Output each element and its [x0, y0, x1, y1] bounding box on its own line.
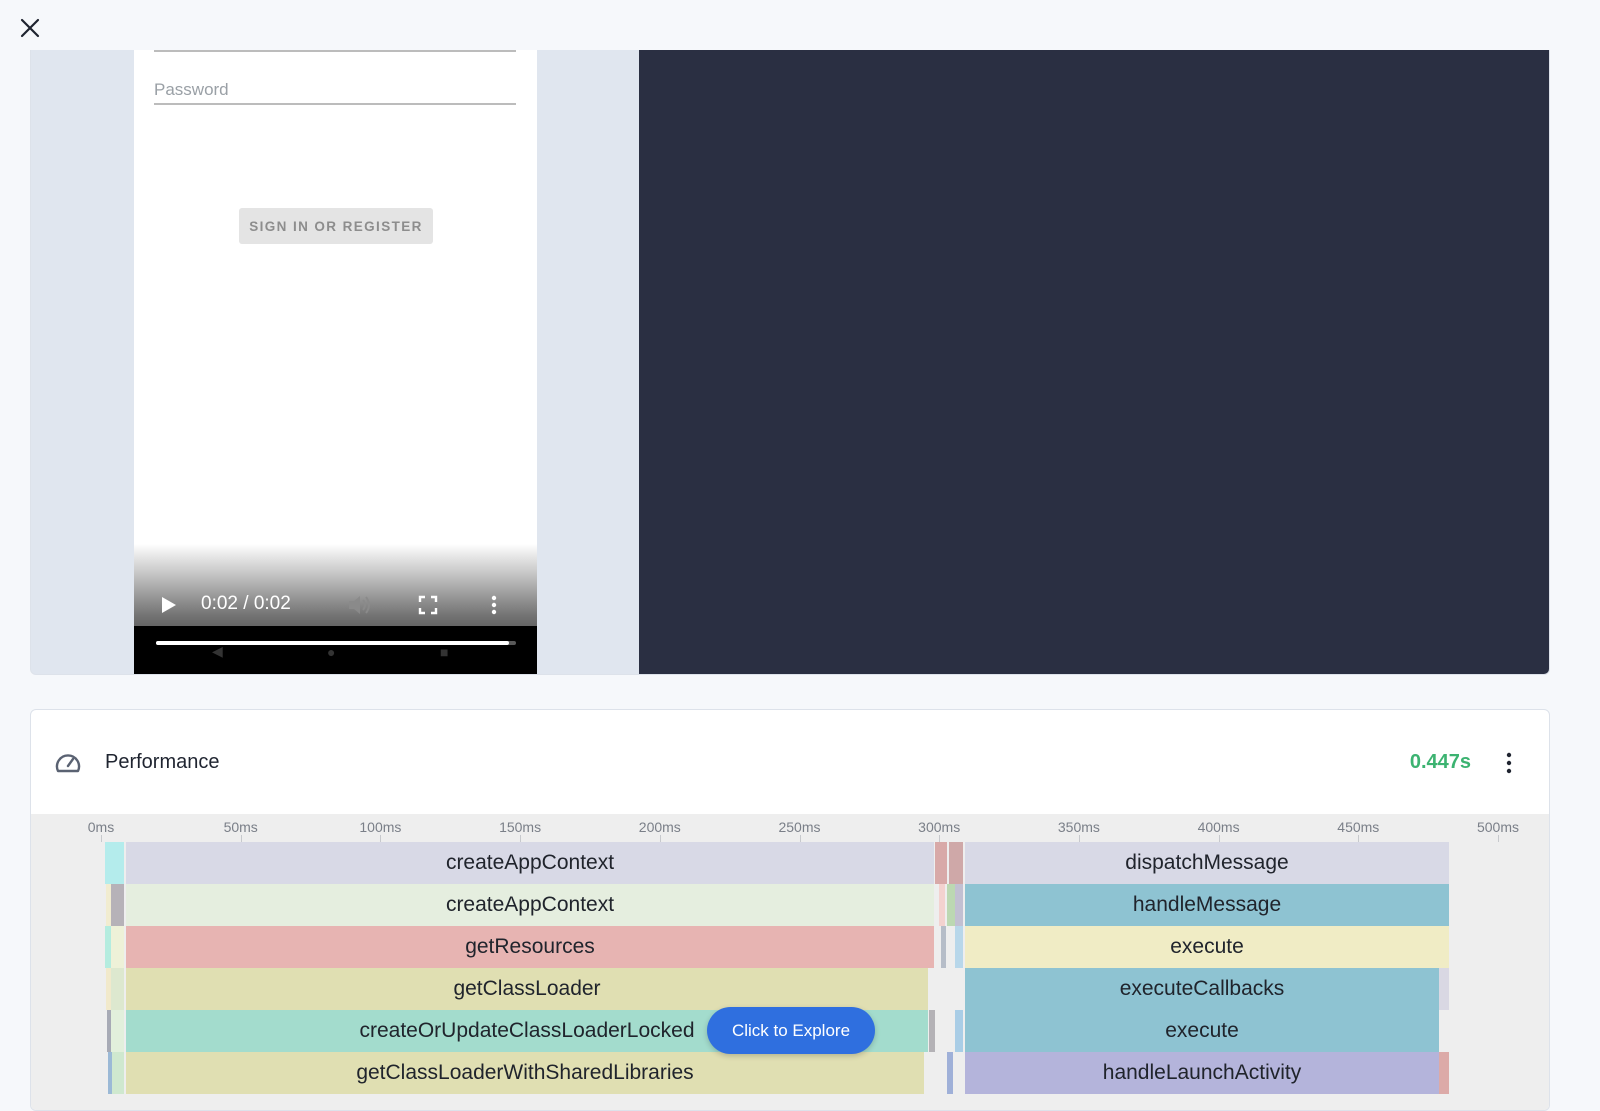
video-time: 0:02 / 0:02 [201, 593, 291, 614]
recents-nav-icon: ■ [440, 644, 449, 660]
password-field-underline [154, 103, 516, 105]
axis-tick-mark [1078, 835, 1080, 842]
frame-sliver [955, 1010, 963, 1052]
flame-frame[interactable]: getClassLoader [126, 968, 928, 1010]
axis-tick-label: 500ms [1476, 819, 1520, 835]
frame-sliver [112, 1052, 124, 1094]
fullscreen-icon [418, 595, 438, 615]
axis-tick-mark [1498, 835, 1499, 842]
sign-in-button[interactable]: SIGN IN OR REGISTER [239, 208, 433, 244]
axis-tick-mark [1358, 835, 1360, 842]
axis-tick-label: 300ms [918, 819, 961, 835]
more-vertical-icon [491, 595, 497, 615]
video-more-button[interactable] [484, 592, 504, 618]
axis-tick-mark [520, 835, 522, 842]
frame-sliver [935, 842, 947, 884]
play-button[interactable] [156, 592, 182, 618]
video-controls: 0:02 / 0:02 [134, 584, 537, 624]
home-nav-icon: ● [327, 644, 336, 660]
mute-button[interactable] [346, 592, 374, 618]
axis-tick-label: 350ms [1057, 819, 1100, 835]
video-backdrop [639, 50, 1549, 674]
back-nav-icon: ◀ [212, 643, 223, 659]
axis-tick-mark [240, 835, 242, 842]
frame-sliver [955, 926, 963, 968]
flame-frame[interactable]: handleLaunchActivity [965, 1052, 1439, 1094]
android-nav-bar: ◀ ● ■ [134, 626, 537, 674]
frame-sliver [939, 884, 945, 926]
axis-tick-label: 50ms [223, 819, 258, 835]
flame-frame[interactable]: createAppContext [126, 884, 934, 926]
performance-header: Performance 0.447s [31, 710, 1549, 814]
axis-tick-mark [380, 835, 382, 842]
axis-tick-label: 100ms [359, 819, 402, 835]
axis-tick-mark [1218, 835, 1220, 842]
flame-frame[interactable]: getResources [126, 926, 934, 968]
frame-sliver [941, 926, 946, 968]
frame-sliver [105, 842, 124, 884]
speedometer-icon [55, 754, 81, 773]
click-to-explore-button[interactable]: Click to Explore [707, 1007, 875, 1054]
time-axis: 0ms 50ms 100ms 150ms 200ms 250ms 300ms 350ms 400… [31, 814, 1549, 842]
flame-chart[interactable]: 0ms 50ms 100ms 150ms 200ms 250ms 300ms 350ms 400… [31, 814, 1549, 1110]
performance-title: Performance [105, 751, 220, 773]
frame-sliver [947, 884, 955, 926]
axis-tick-mark [659, 835, 661, 842]
more-vertical-icon [1506, 752, 1512, 774]
flame-frame[interactable]: executeCallbacks [965, 968, 1439, 1010]
flame-frame[interactable]: execute [965, 1010, 1439, 1052]
flame-frame[interactable]: execute [965, 926, 1449, 968]
flame-frame[interactable]: getClassLoaderWithSharedLibraries [126, 1052, 924, 1094]
frame-sliver [949, 842, 963, 884]
play-icon [162, 597, 176, 613]
email-field-underline [154, 50, 516, 52]
app-video-player[interactable]: Password SIGN IN OR REGISTER ◀ ● ■ 0:02 … [134, 50, 537, 674]
axis-tick-label: 250ms [778, 819, 821, 835]
axis-tick-label: 0ms [87, 819, 115, 835]
performance-total-time: 0.447s [1409, 751, 1471, 773]
axis-tick-mark [939, 835, 941, 842]
frame-sliver [929, 1010, 935, 1052]
frame-sliver [111, 884, 124, 926]
close-button[interactable] [16, 14, 44, 42]
performance-more-button[interactable] [1499, 748, 1519, 778]
video-progress-bar[interactable] [156, 641, 516, 645]
axis-tick-mark [799, 835, 801, 842]
close-icon [20, 18, 40, 38]
axis-tick-label: 150ms [499, 819, 542, 835]
frame-sliver [947, 1052, 953, 1094]
frame-sliver [111, 968, 124, 1010]
fullscreen-button[interactable] [415, 592, 441, 618]
frame-sliver [1439, 968, 1449, 1010]
password-placeholder: Password [154, 80, 229, 99]
axis-tick-mark [101, 835, 102, 842]
volume-icon [349, 596, 370, 614]
frame-sliver [111, 1010, 124, 1052]
flame-frame[interactable]: dispatchMessage [965, 842, 1449, 884]
axis-tick-label: 200ms [638, 819, 681, 835]
video-progress-fill [156, 641, 509, 645]
frame-sliver [955, 884, 963, 926]
frame-sliver [1439, 1052, 1449, 1094]
axis-tick-label: 450ms [1337, 819, 1380, 835]
flame-rows: createAppContext dispatchMessage createA… [31, 842, 1549, 1110]
flame-frame[interactable]: createAppContext [126, 842, 934, 884]
axis-tick-label: 400ms [1197, 819, 1240, 835]
media-panel: Password SIGN IN OR REGISTER ◀ ● ■ 0:02 … [30, 50, 1550, 675]
flame-frame[interactable]: handleMessage [965, 884, 1449, 926]
frame-sliver [111, 926, 124, 968]
